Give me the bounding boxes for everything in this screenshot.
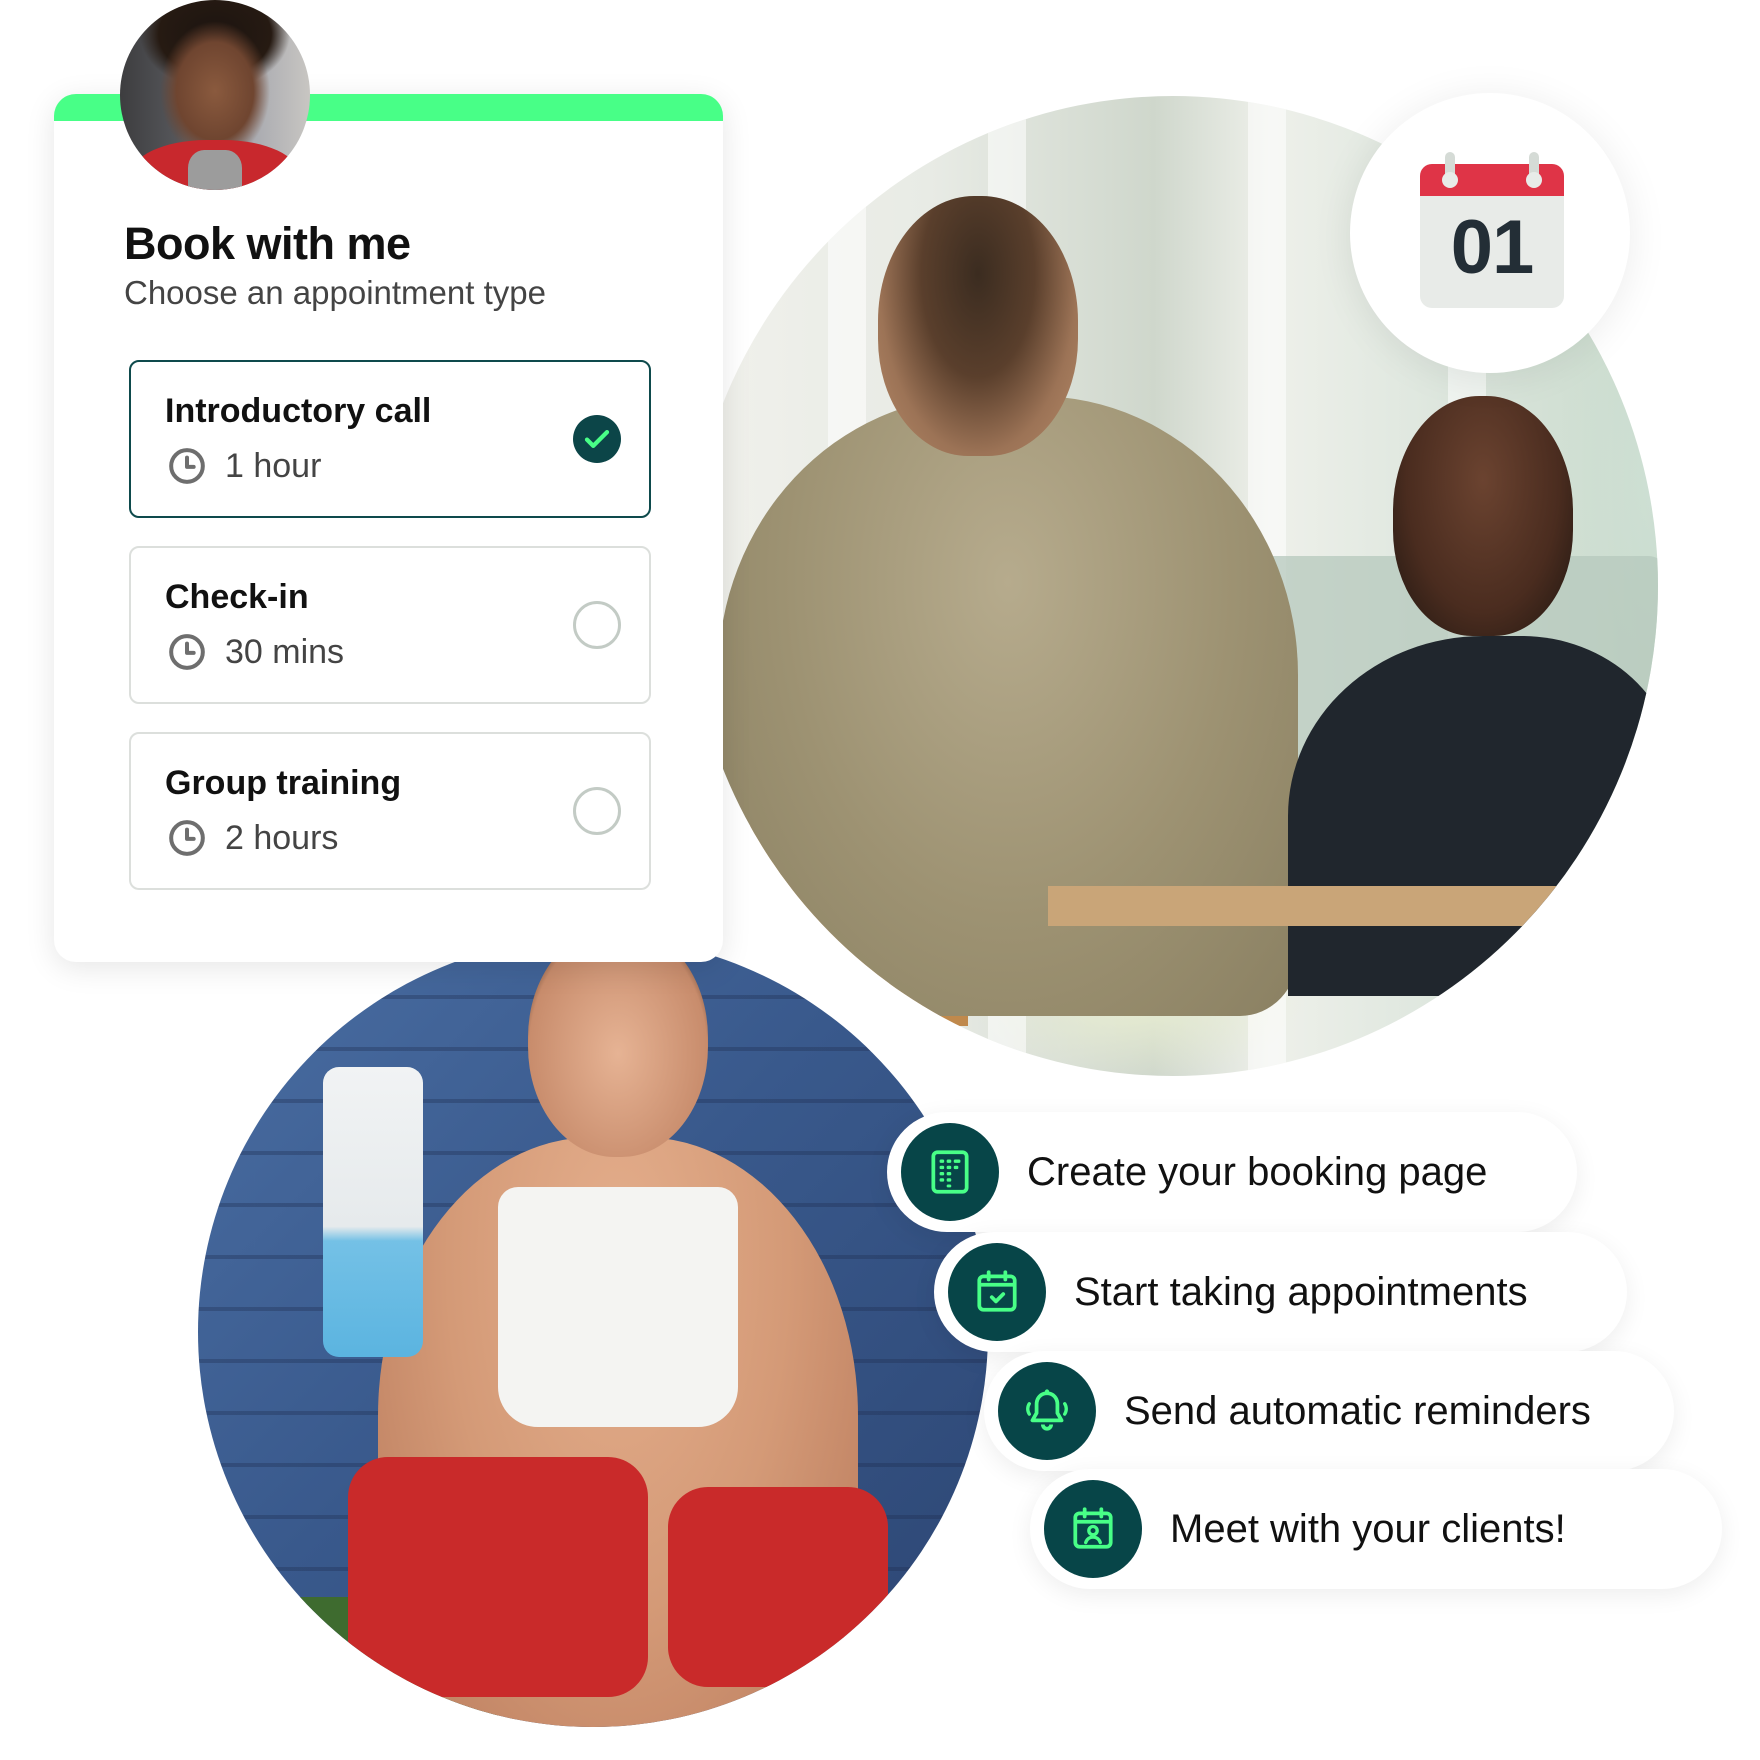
man-back-head	[878, 196, 1078, 456]
booking-page-icon	[931, 1150, 969, 1194]
calendar-day: 01	[1450, 205, 1535, 290]
man-front-figure	[1288, 636, 1658, 996]
woman-head	[528, 937, 708, 1157]
calendar-check-icon	[977, 1270, 1017, 1312]
red-shorts	[668, 1487, 888, 1687]
step-label: Meet with your clients!	[1170, 1506, 1566, 1551]
step-label: Send automatic reminders	[1124, 1388, 1591, 1433]
red-shorts	[348, 1457, 648, 1697]
option-title: Check-in	[165, 578, 309, 616]
option-check-in[interactable]: Check-in 30 mins	[129, 546, 651, 704]
step-label: Create your booking page	[1027, 1149, 1488, 1194]
calendar-ring	[1526, 152, 1542, 188]
option-introductory-call[interactable]: Introductory call 1 hour	[129, 360, 651, 518]
card-subtitle: Choose an appointment type	[124, 274, 546, 311]
step-send-reminders: Send automatic reminders	[984, 1351, 1674, 1471]
step-create-booking-page: Create your booking page	[887, 1112, 1577, 1232]
calendar-user-icon	[1073, 1507, 1113, 1549]
calendar-icon: 01	[1420, 152, 1564, 308]
option-group-training[interactable]: Group training 2 hours	[129, 732, 651, 890]
step-start-taking-appointments: Start taking appointments	[934, 1232, 1627, 1352]
woman-gym-photo	[198, 937, 988, 1727]
avatar-shirt	[188, 150, 242, 190]
step-icon-bubble	[1044, 1480, 1142, 1578]
step-label: Start taking appointments	[1074, 1269, 1528, 1314]
bell-icon	[1026, 1389, 1068, 1431]
man-front-head	[1393, 396, 1573, 636]
step-icon-bubble	[948, 1243, 1046, 1341]
step-meet-clients: Meet with your clients!	[1030, 1469, 1722, 1589]
card-title: Book with me	[124, 218, 411, 269]
clock-icon	[169, 634, 205, 670]
step-icon-bubble	[998, 1362, 1096, 1460]
step-icon-bubble	[901, 1123, 999, 1221]
calendar-ring	[1442, 152, 1458, 188]
checkmark-icon	[584, 430, 610, 448]
white-top	[498, 1187, 738, 1427]
option-duration: 30 mins	[225, 632, 345, 671]
option-duration: 1 hour	[225, 446, 322, 485]
booking-card: Book with me Choose an appointment type …	[54, 94, 723, 962]
clock-icon	[169, 448, 205, 484]
avatar	[120, 0, 310, 190]
option-title: Introductory call	[165, 392, 432, 430]
option-duration: 2 hours	[225, 818, 339, 857]
clock-icon	[169, 820, 205, 856]
unselected-radio[interactable]	[573, 601, 621, 649]
calendar-badge: 01	[1350, 93, 1630, 373]
option-title: Group training	[165, 764, 402, 802]
selected-radio[interactable]	[573, 415, 621, 463]
water-bottle	[323, 1067, 423, 1357]
table	[1048, 886, 1648, 926]
unselected-radio[interactable]	[573, 787, 621, 835]
